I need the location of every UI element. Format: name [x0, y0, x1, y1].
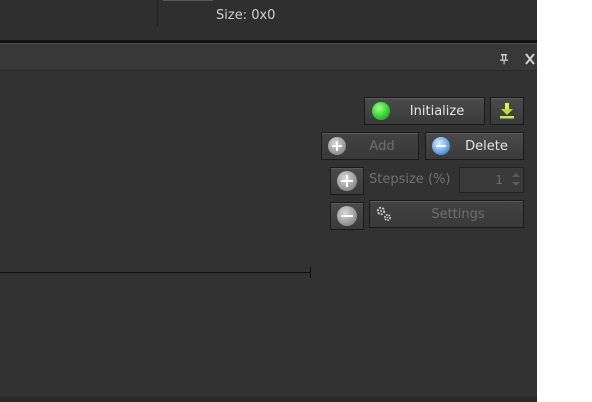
top-tab-edge [163, 0, 213, 1]
delete-label: Delete [465, 138, 508, 154]
spin-up-icon[interactable] [512, 173, 520, 177]
stepsize-increase-button[interactable] [330, 167, 364, 195]
top-panel: Size: 0x0 [0, 0, 537, 40]
delete-button[interactable]: Delete [425, 132, 524, 160]
gears-icon [376, 206, 391, 221]
download-button[interactable] [490, 97, 524, 125]
app-window: Size: 0x0 Initialize Add Delete Stepsize… [0, 0, 537, 402]
initialize-button[interactable]: Initialize [364, 97, 485, 125]
settings-label: Settings [431, 206, 485, 222]
stepsize-label: Stepsize (%) [369, 172, 451, 187]
plus-icon [337, 171, 357, 191]
add-label: Add [369, 138, 395, 154]
delete-icon [432, 137, 450, 155]
top-divider [157, 0, 158, 26]
panel-header-highlight [0, 43, 537, 44]
download-icon [500, 103, 514, 119]
stepsize-spinbox[interactable]: 1 [459, 167, 524, 193]
timeline-track [0, 272, 311, 273]
size-label: Size: 0x0 [216, 8, 276, 23]
add-button[interactable]: Add [321, 132, 419, 160]
stepsize-value: 1 [495, 173, 503, 187]
bottom-edge [0, 397, 537, 402]
minus-icon [337, 206, 357, 226]
initialize-label: Initialize [409, 103, 465, 119]
close-icon[interactable] [523, 53, 537, 65]
panel-header [0, 43, 537, 71]
status-green-icon [372, 102, 390, 120]
timeline-end-tick [310, 267, 311, 278]
add-icon [328, 137, 346, 155]
stepsize-decrease-button[interactable] [330, 202, 364, 230]
settings-button[interactable]: Settings [369, 200, 524, 228]
pin-icon[interactable] [498, 53, 510, 65]
spin-down-icon[interactable] [512, 182, 520, 186]
